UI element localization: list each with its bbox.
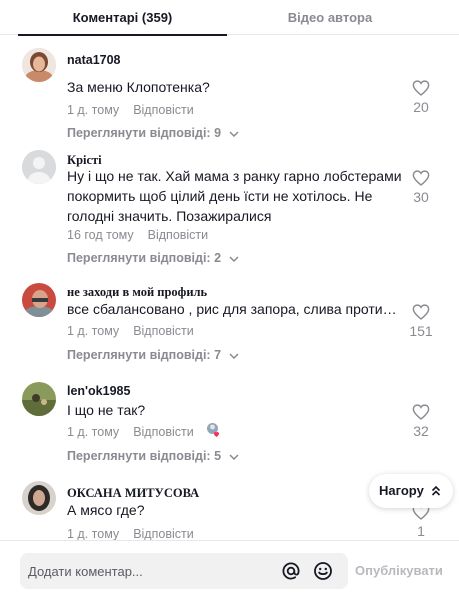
chevron-down-icon	[228, 131, 239, 137]
avatar-image	[22, 382, 56, 416]
view-replies-label: Переглянути відповіді: 9	[67, 126, 222, 140]
heart-icon[interactable]	[412, 304, 430, 320]
default-avatar-icon	[22, 150, 56, 184]
avatar[interactable]	[22, 150, 56, 184]
tab-bar: Коментарі (359) Відео автора	[0, 0, 459, 36]
heart-icon[interactable]	[412, 80, 430, 96]
comment-time: 1 д. тому	[67, 527, 120, 540]
tab-comments[interactable]: Коментарі (359)	[18, 0, 227, 36]
scroll-to-top-button[interactable]: Нагору	[369, 474, 453, 508]
comment-list[interactable]: nata1708 За меню Клопотенка? 1 д. тому Ві…	[0, 36, 459, 540]
view-replies-button[interactable]: Переглянути відповіді: 2	[67, 251, 239, 265]
view-replies-button[interactable]: Переглянути відповіді: 5	[67, 449, 239, 463]
reply-button[interactable]: Відповісти	[133, 425, 194, 439]
avatar[interactable]	[22, 382, 56, 416]
like-group: 1	[402, 504, 440, 539]
comment-meta: 1 д. тому Відповісти	[67, 103, 194, 117]
comment-time: 1 д. тому	[67, 324, 120, 338]
avatar[interactable]	[22, 481, 56, 515]
view-replies-label: Переглянути відповіді: 7	[67, 348, 222, 362]
like-count: 30	[413, 189, 429, 205]
avatar[interactable]	[22, 48, 56, 82]
view-replies-button[interactable]: Переглянути відповіді: 7	[67, 348, 239, 362]
comment-composer: Опублікувати	[0, 540, 459, 600]
scroll-to-top-label: Нагору	[379, 483, 424, 498]
avatar[interactable]	[22, 283, 56, 317]
chevron-down-icon	[228, 454, 239, 460]
like-count: 1	[417, 523, 425, 539]
double-chevron-up-icon	[431, 485, 441, 496]
like-count: 151	[409, 323, 433, 339]
comment-text: І що не так?	[67, 402, 146, 418]
comment-meta: 16 год тому Відповісти	[67, 228, 208, 242]
reply-button[interactable]: Відповісти	[133, 324, 194, 338]
comment-input[interactable]	[28, 553, 273, 589]
tab-creator-videos[interactable]: Відео автора	[230, 0, 430, 35]
avatar-image	[22, 283, 56, 317]
comment-username[interactable]: nata1708	[67, 53, 121, 67]
comment-text: За меню Клопотенка?	[67, 79, 210, 95]
comment-text: А мясо где?	[67, 502, 145, 518]
comment-meta: 1 д. тому Відповісти	[67, 324, 194, 338]
reply-button[interactable]: Відповісти	[133, 527, 194, 540]
comment-username[interactable]: ОКСАНА МИТУСОВА	[67, 486, 199, 501]
like-group: 30	[402, 170, 440, 205]
view-replies-label: Переглянути відповіді: 5	[67, 449, 222, 463]
avatar-image	[22, 48, 56, 82]
like-count: 32	[413, 423, 429, 439]
reply-button[interactable]: Відповісти	[133, 103, 194, 117]
comment-time: 16 год тому	[67, 228, 134, 242]
chevron-down-icon	[228, 353, 239, 359]
reply-button[interactable]: Відповісти	[148, 228, 209, 242]
comment-input-container	[20, 553, 348, 589]
comment-time: 1 д. тому	[67, 425, 120, 439]
heart-icon[interactable]	[412, 170, 430, 186]
at-mention-icon[interactable]	[281, 561, 301, 581]
creator-liked-icon	[207, 423, 219, 437]
comment-text: Ну і що не так. Хай мама з ранку гарно л…	[67, 168, 402, 224]
view-replies-label: Переглянути відповіді: 2	[67, 251, 222, 265]
view-replies-button[interactable]: Переглянути відповіді: 9	[67, 126, 239, 140]
comment-username[interactable]: не заходи в мой профиль	[67, 285, 207, 300]
comment-meta: 1 д. тому Відповісти	[67, 425, 194, 439]
publish-button[interactable]: Опублікувати	[355, 563, 443, 578]
like-group: 32	[402, 404, 440, 439]
like-group: 151	[402, 304, 440, 339]
avatar-image	[22, 481, 56, 515]
comment-text: все сбалансовано , рис для запора, слива…	[67, 301, 399, 317]
comment-time: 1 д. тому	[67, 103, 120, 117]
comment-username[interactable]: len'ok1985	[67, 384, 130, 398]
like-group: 20	[402, 80, 440, 115]
emoji-icon[interactable]	[313, 561, 333, 581]
like-count: 20	[413, 99, 429, 115]
comment-meta: 1 д. тому Відповісти	[67, 527, 194, 540]
heart-icon[interactable]	[412, 404, 430, 420]
chevron-down-icon	[228, 256, 239, 262]
